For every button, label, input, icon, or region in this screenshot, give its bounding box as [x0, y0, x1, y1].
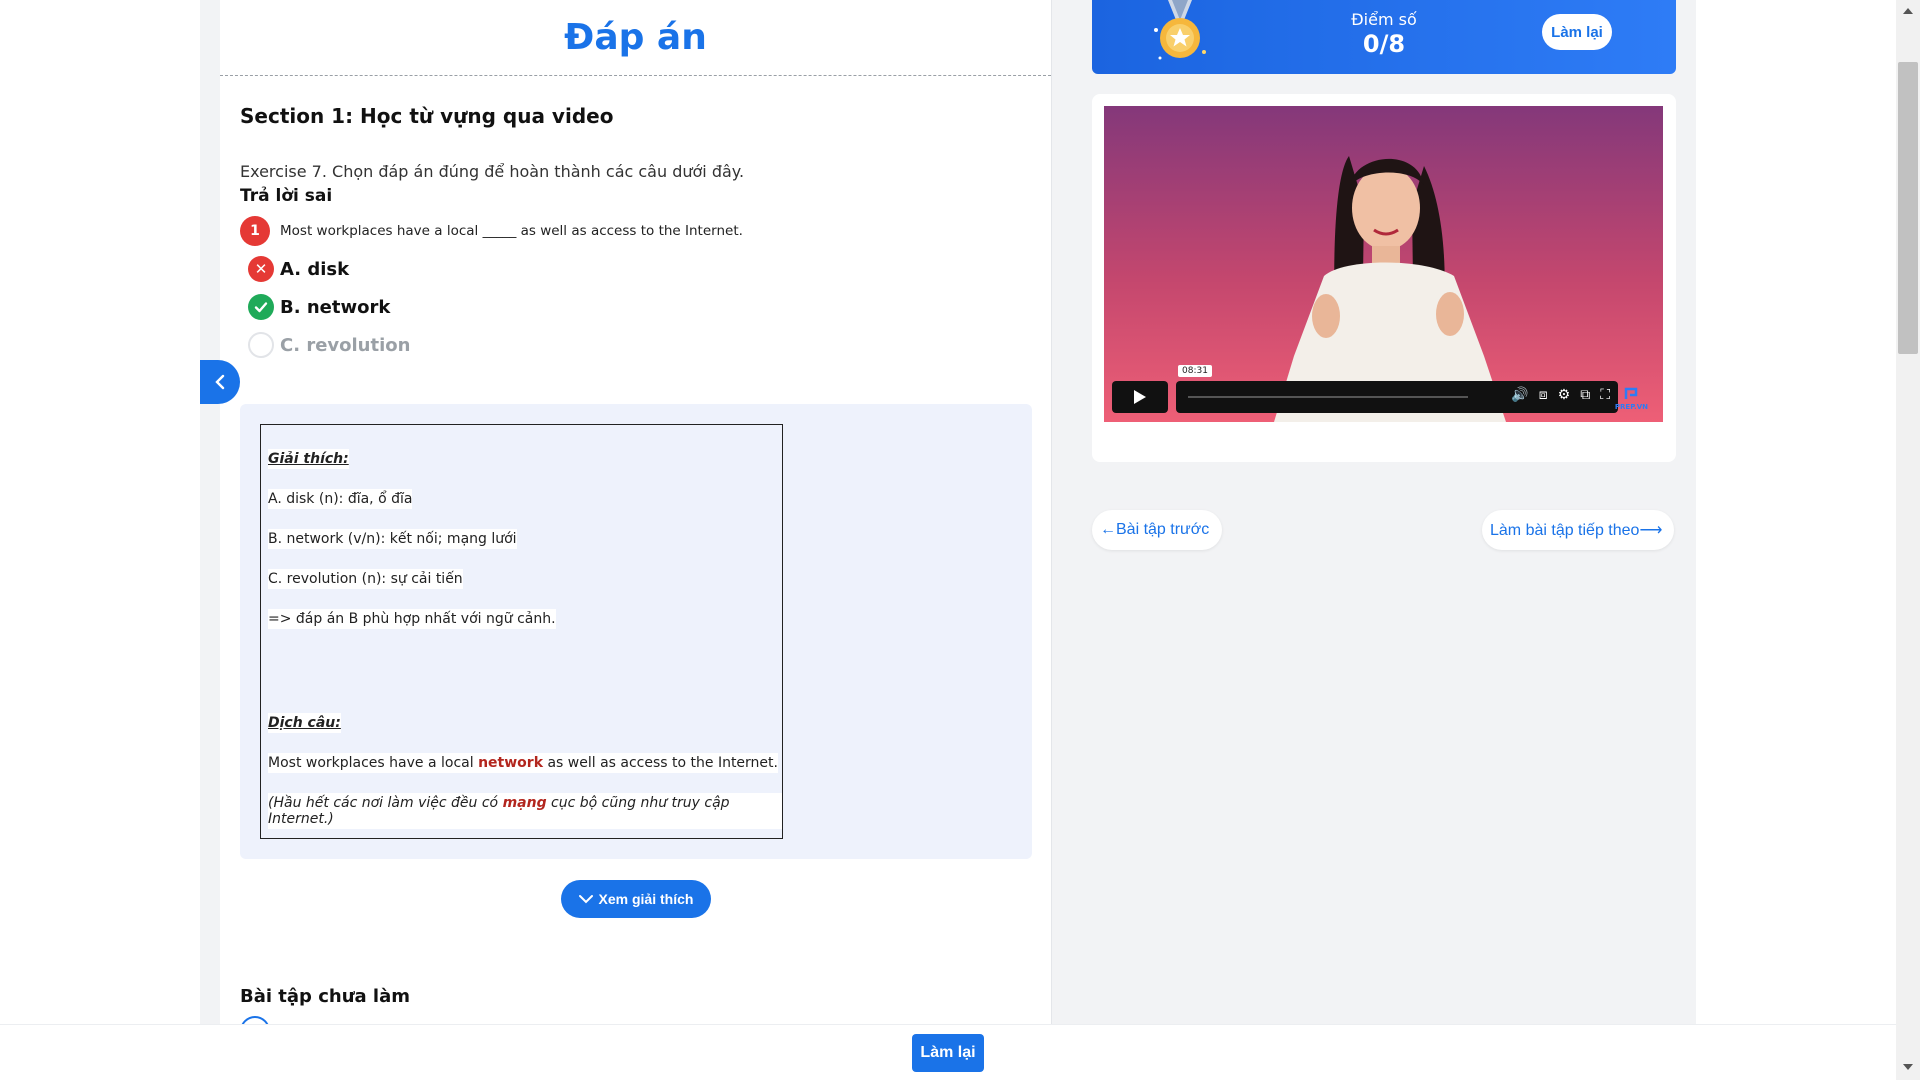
x-circle-icon: ✕ [248, 256, 274, 282]
scrollbar[interactable] [1896, 0, 1920, 1080]
chevron-left-icon [215, 374, 225, 390]
scroll-up-arrow[interactable] [1903, 8, 1913, 14]
scrollbar-thumb[interactable] [1898, 62, 1918, 354]
score-card: Điểm số 0/8 Làm lại [1092, 0, 1676, 74]
play-button[interactable] [1112, 381, 1168, 413]
translation-highlight: mạng [502, 795, 547, 811]
option-c-label: C. revolution [280, 334, 411, 356]
explanation-area: Giải thích: A. disk (n): đĩa, ổ đĩa B. n… [240, 404, 1032, 859]
progress-bar[interactable] [1188, 396, 1468, 398]
explanation-line: A. disk (n): đĩa, ổ đĩa [268, 489, 413, 509]
sentence-highlight: network [478, 755, 543, 771]
bottom-bar: Làm lại [0, 1024, 1896, 1080]
settings-icon[interactable]: ⚙ [1558, 387, 1571, 403]
previous-exercise-button[interactable]: ←Bài tập trước [1092, 510, 1222, 550]
control-bar: 🔊 ⧈ ⚙ ⧉ ⛶ [1176, 381, 1618, 413]
exercise-description: Exercise 7. Chọn đáp án đúng để hoàn thà… [240, 162, 745, 181]
pip-icon[interactable]: ⧉ [1580, 387, 1590, 403]
bottom-retry-button[interactable]: Làm lại [912, 1034, 984, 1072]
explanation-line: B. network (v/n): kết nối; mạng lưới [268, 529, 517, 549]
translation-part: (Hầu hết các nơi làm việc đều có [268, 795, 503, 811]
question-text: Most workplaces have a local _____ as we… [280, 223, 743, 239]
sentence-part: Most workplaces have a local [268, 755, 479, 771]
toggle-explanation-button[interactable]: Xem giải thích [561, 880, 711, 918]
explanation-heading: Giải thích: [268, 449, 349, 469]
captions-icon[interactable]: ⧈ [1539, 387, 1548, 403]
time-tooltip: 08:31 [1178, 365, 1212, 377]
toggle-explanation-label: Xem giải thích [598, 891, 694, 907]
chevron-down-icon [578, 895, 593, 904]
unanswered-heading: Bài tập chưa làm [240, 986, 410, 1007]
brand-watermark: PREP.VN [1615, 387, 1648, 411]
section-title: Section 1: Học từ vựng qua video [240, 104, 614, 128]
brand-logo-icon [1625, 387, 1638, 399]
option-a: ✕ A. disk [248, 256, 349, 282]
empty-circle-icon [248, 332, 274, 358]
retry-button[interactable]: Làm lại [1542, 14, 1612, 50]
next-exercise-button[interactable]: Làm bài tập tiếp theo⟶ [1482, 510, 1674, 550]
scroll-down-arrow[interactable] [1903, 1064, 1913, 1070]
title-bar: Đáp án [220, 0, 1051, 76]
translation-heading: Dịch câu: [268, 713, 341, 733]
unanswered-question-badge[interactable] [240, 1016, 270, 1024]
question-number-badge[interactable]: 1 [240, 216, 270, 246]
option-b: B. network [248, 294, 390, 320]
explanation-line: C. revolution (n): sự cải tiến [268, 569, 463, 589]
answer-panel: Đáp án Section 1: Học từ vựng qua video … [220, 0, 1052, 1024]
result-label: Trả lời sai [240, 186, 333, 206]
example-sentence: Most workplaces have a local network as … [268, 753, 778, 773]
volume-icon[interactable]: 🔊 [1511, 387, 1528, 403]
video-controls: 🔊 ⧈ ⚙ ⧉ ⛶ 08:31 PREP.VN [1112, 365, 1654, 415]
brand-label: PREP.VN [1614, 403, 1648, 411]
question-row: 1 Most workplaces have a local _____ as … [240, 216, 743, 246]
video-card: 🔊 ⧈ ⚙ ⧉ ⛶ 08:31 PREP.VN [1092, 94, 1676, 462]
check-circle-icon [248, 294, 274, 320]
option-b-label: B. network [280, 296, 391, 318]
video-player[interactable]: 🔊 ⧈ ⚙ ⧉ ⛶ 08:31 PREP.VN [1104, 106, 1663, 422]
page-title: Đáp án [564, 17, 707, 58]
option-a-label: A. disk [280, 258, 350, 280]
play-icon [1134, 390, 1146, 404]
control-icons: 🔊 ⧈ ⚙ ⧉ ⛶ [1511, 387, 1610, 403]
explanation-conclusion: => đáp án B phù hợp nhất với ngữ cảnh. [268, 609, 556, 629]
sentence-part: as well as access to the Internet. [543, 755, 778, 771]
sentence-translation: (Hầu hết các nơi làm việc đều có mạng cụ… [268, 793, 782, 829]
explanation-box: Giải thích: A. disk (n): đĩa, ổ đĩa B. n… [260, 424, 783, 839]
fullscreen-icon[interactable]: ⛶ [1600, 387, 1610, 403]
option-c: C. revolution [248, 332, 410, 358]
